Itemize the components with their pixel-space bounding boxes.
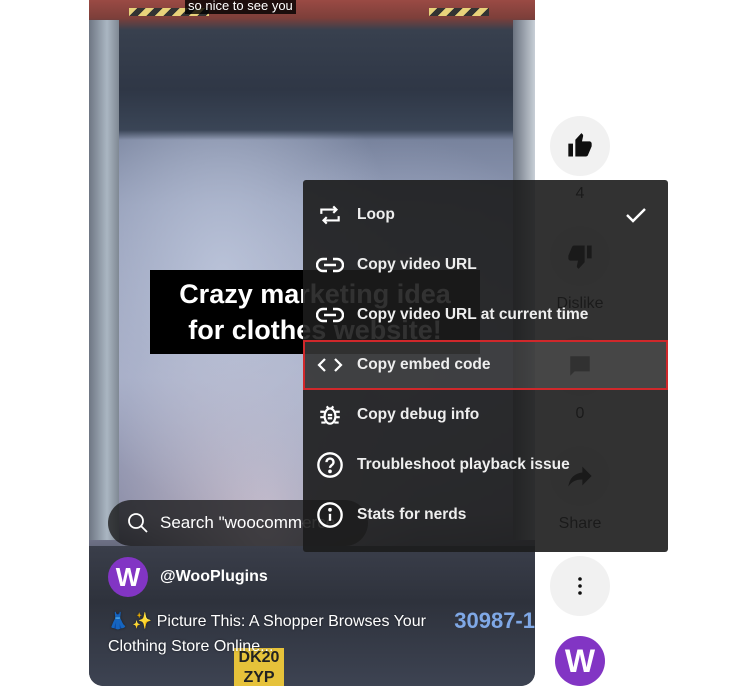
menu-item-copy-video-url[interactable]: Copy video URL [303, 240, 668, 290]
container-door-left [89, 20, 119, 540]
search-icon [128, 513, 148, 533]
menu-item-copy-debug-info[interactable]: Copy debug info [303, 390, 668, 440]
checkmark-icon [624, 203, 648, 232]
info-circle-icon [303, 501, 357, 529]
channel-row[interactable]: W @WooPlugins [108, 557, 268, 597]
menu-item-loop[interactable]: Loop [303, 190, 668, 240]
menu-item-label: Stats for nerds [357, 506, 467, 523]
help-circle-icon [303, 451, 357, 479]
link-icon [303, 255, 357, 275]
link-icon [303, 305, 357, 325]
menu-item-label: Loop [357, 206, 395, 223]
thumbs-up-icon [568, 133, 592, 157]
hazard-stripe [429, 8, 489, 16]
video-caption: so nice to see you [185, 0, 296, 14]
channel-avatar-button[interactable]: W [555, 636, 605, 686]
loop-icon [303, 202, 357, 228]
player-context-menu: Loop Copy video URL Copy video URL at cu… [303, 180, 668, 552]
more-vert-icon [578, 577, 582, 595]
menu-item-stats-for-nerds[interactable]: Stats for nerds [303, 490, 668, 540]
bug-icon [303, 402, 357, 428]
menu-item-label: Copy embed code [357, 356, 491, 373]
code-icon [303, 355, 357, 375]
menu-item-label: Troubleshoot playback issue [357, 456, 570, 473]
menu-item-label: Copy debug info [357, 406, 480, 423]
menu-item-label: Copy video URL [357, 256, 477, 273]
like-button[interactable] [550, 116, 610, 176]
menu-item-copy-embed-code[interactable]: Copy embed code [303, 340, 668, 390]
video-title-line-2: Clothing Store Online... [108, 638, 274, 655]
more-options-button[interactable] [550, 556, 610, 616]
video-title[interactable]: 👗 ✨ Picture This: A Shopper Browses Your… [108, 609, 478, 659]
menu-item-copy-video-url-at-time[interactable]: Copy video URL at current time [303, 290, 668, 340]
channel-avatar[interactable]: W [108, 557, 148, 597]
video-title-line-1: 👗 ✨ Picture This: A Shopper Browses Your [108, 613, 426, 630]
menu-item-label: Copy video URL at current time [357, 306, 589, 323]
channel-name[interactable]: @WooPlugins [160, 568, 268, 586]
menu-item-troubleshoot[interactable]: Troubleshoot playback issue [303, 440, 668, 490]
